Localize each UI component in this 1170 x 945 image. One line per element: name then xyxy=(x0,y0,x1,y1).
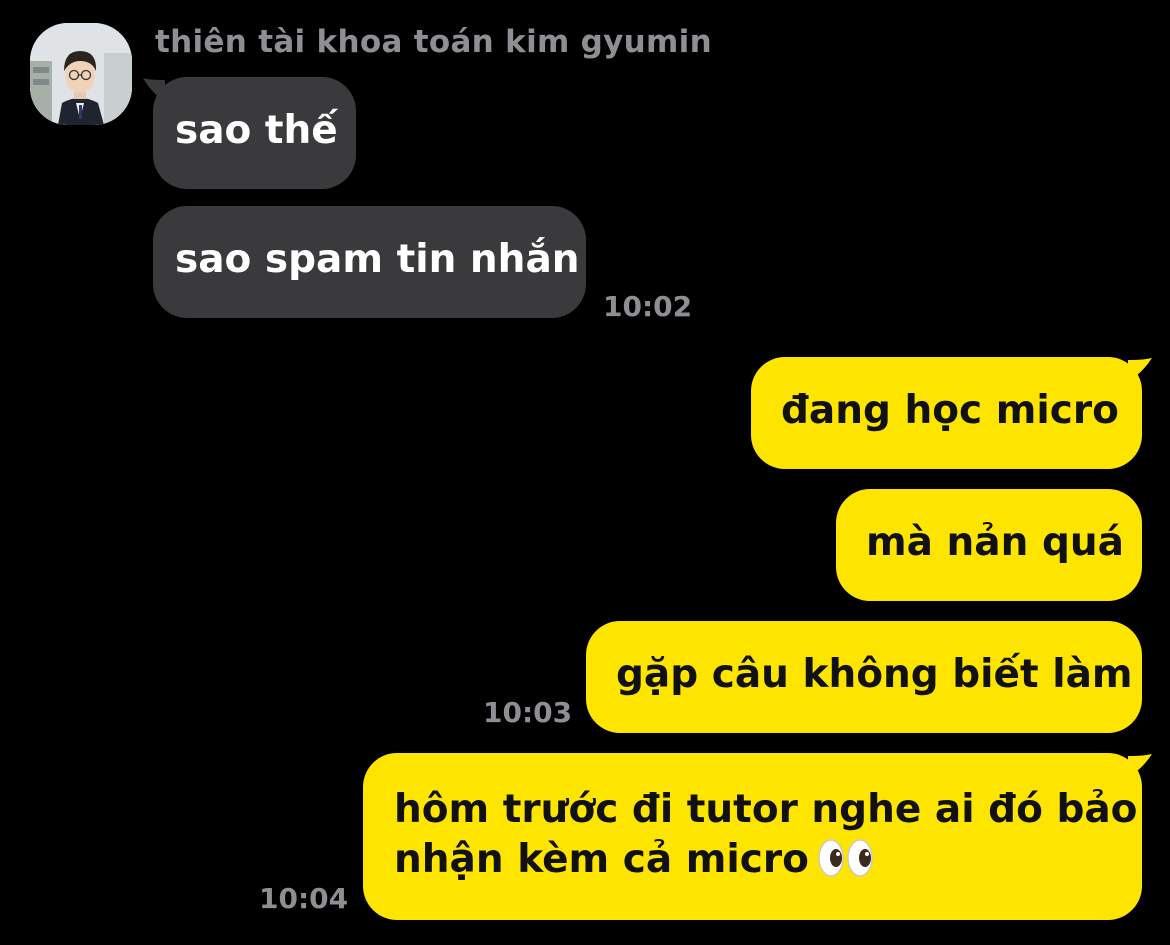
message-timestamp: 10:02 xyxy=(603,290,693,323)
message-text: nhận kèm cả micro xyxy=(394,837,809,882)
sender-name: thiên tài khoa toán kim gyumin xyxy=(155,24,712,60)
outgoing-bubble-tail xyxy=(1128,358,1152,382)
outgoing-message[interactable]: đang học micro xyxy=(751,357,1142,469)
message-text-line: nhận kèm cả micro xyxy=(394,835,1142,885)
profile-photo-icon xyxy=(30,23,132,125)
eyes-emoji-icon xyxy=(818,839,873,877)
message-text: mà nản quá xyxy=(866,520,1124,565)
message-text: đang học micro xyxy=(781,388,1119,433)
outgoing-bubble-tail xyxy=(1128,754,1152,778)
incoming-message[interactable]: sao spam tin nhắn xyxy=(153,206,586,318)
message-timestamp: 10:04 xyxy=(259,882,349,915)
outgoing-message[interactable]: gặp câu không biết làm xyxy=(586,621,1142,733)
message-timestamp: 10:03 xyxy=(483,696,573,729)
message-text: gặp câu không biết làm xyxy=(616,652,1133,697)
message-text: sao thế xyxy=(175,108,338,153)
message-text: sao spam tin nhắn xyxy=(175,237,580,282)
outgoing-message[interactable]: hôm trước đi tutor nghe ai đó bảo nhận k… xyxy=(363,753,1142,920)
outgoing-message[interactable]: mà nản quá xyxy=(836,489,1142,601)
message-text-line: hôm trước đi tutor nghe ai đó bảo xyxy=(394,787,1138,832)
contact-avatar[interactable] xyxy=(30,23,132,125)
incoming-message[interactable]: sao thế xyxy=(153,77,356,189)
